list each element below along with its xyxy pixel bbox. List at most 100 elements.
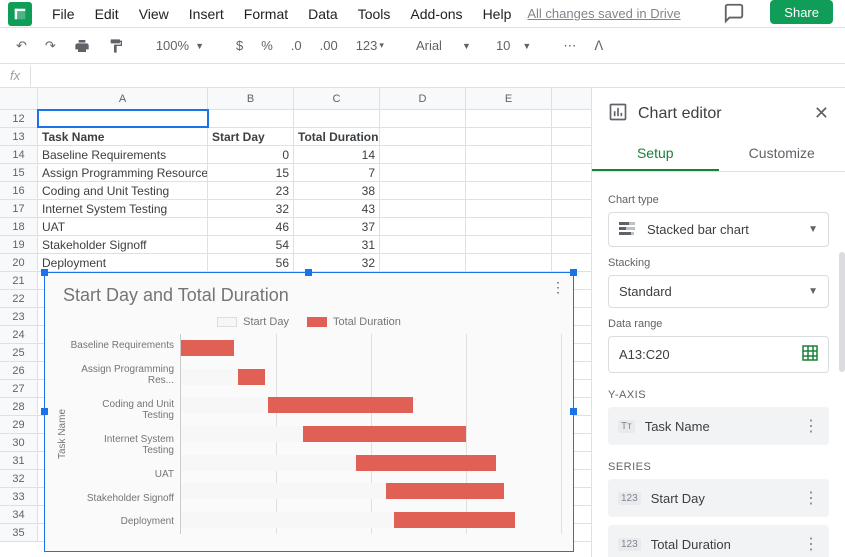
format-percent-button[interactable]: % — [255, 34, 279, 57]
cell[interactable] — [466, 218, 552, 235]
yaxis-chip[interactable]: Tт Task Name ⋮ — [608, 407, 829, 445]
cell[interactable] — [466, 110, 552, 127]
save-status[interactable]: All changes saved in Drive — [527, 6, 680, 21]
tab-customize[interactable]: Customize — [719, 135, 845, 171]
row-header[interactable]: 32 — [0, 470, 38, 487]
cell[interactable]: Total Duration — [294, 128, 380, 145]
select-all-corner[interactable] — [0, 88, 38, 109]
stacking-select[interactable]: Standard ▼ — [608, 275, 829, 308]
row-header[interactable]: 29 — [0, 416, 38, 433]
format-currency-button[interactable]: $ — [230, 34, 249, 57]
column-header-C[interactable]: C — [294, 88, 380, 109]
row-header[interactable]: 16 — [0, 182, 38, 199]
menu-help[interactable]: Help — [475, 2, 520, 26]
close-icon[interactable]: ✕ — [814, 103, 829, 124]
tab-setup[interactable]: Setup — [592, 135, 719, 171]
collapse-toolbar-button[interactable]: ᐱ — [588, 34, 609, 58]
row-header[interactable]: 30 — [0, 434, 38, 451]
series-chip[interactable]: 123 Start Day ⋮ — [608, 479, 829, 517]
font-select[interactable]: Arial▼ — [410, 34, 470, 57]
cell[interactable] — [380, 218, 466, 235]
resize-handle[interactable] — [41, 269, 48, 276]
cell[interactable] — [380, 200, 466, 217]
row-header[interactable]: 15 — [0, 164, 38, 181]
spreadsheet-grid[interactable]: ABCDE 1213Task NameStart DayTotal Durati… — [0, 88, 591, 557]
cell[interactable] — [380, 128, 466, 145]
cell[interactable]: 15 — [208, 164, 294, 181]
cell[interactable] — [380, 146, 466, 163]
row-header[interactable]: 12 — [0, 110, 38, 127]
cell[interactable]: Baseline Requirements — [38, 146, 208, 163]
cell[interactable]: 43 — [294, 200, 380, 217]
cell[interactable] — [380, 182, 466, 199]
select-range-icon[interactable] — [802, 345, 818, 364]
embedded-chart[interactable]: ⋮ Start Day and Total Duration Start Day… — [44, 272, 574, 552]
resize-handle[interactable] — [41, 408, 48, 415]
redo-button[interactable]: ↷ — [39, 34, 62, 58]
cell[interactable]: Assign Programming Resources — [38, 164, 208, 181]
row-header[interactable]: 18 — [0, 218, 38, 235]
menu-add-ons[interactable]: Add-ons — [402, 2, 470, 26]
cell[interactable]: Stakeholder Signoff — [38, 236, 208, 253]
cell[interactable]: 31 — [294, 236, 380, 253]
column-header-E[interactable]: E — [466, 88, 552, 109]
row-header[interactable]: 17 — [0, 200, 38, 217]
cell[interactable] — [466, 146, 552, 163]
cell[interactable] — [380, 110, 466, 127]
cell[interactable]: Deployment — [38, 254, 208, 271]
cell[interactable]: 7 — [294, 164, 380, 181]
cell[interactable]: 23 — [208, 182, 294, 199]
cell[interactable]: Coding and Unit Testing — [38, 182, 208, 199]
paint-format-button[interactable] — [102, 34, 130, 58]
row-header[interactable]: 25 — [0, 344, 38, 361]
menu-edit[interactable]: Edit — [87, 2, 127, 26]
cell[interactable] — [466, 200, 552, 217]
row-header[interactable]: 33 — [0, 488, 38, 505]
chart-type-select[interactable]: Stacked bar chart ▼ — [608, 212, 829, 247]
cell[interactable]: Internet System Testing — [38, 200, 208, 217]
data-range-input[interactable]: A13:C20 — [608, 336, 829, 373]
cell[interactable] — [380, 254, 466, 271]
cell[interactable] — [466, 254, 552, 271]
cell[interactable]: 14 — [294, 146, 380, 163]
column-header-A[interactable]: A — [38, 88, 208, 109]
cell[interactable]: 0 — [208, 146, 294, 163]
cell[interactable] — [380, 236, 466, 253]
row-header[interactable]: 26 — [0, 362, 38, 379]
menu-data[interactable]: Data — [300, 2, 346, 26]
menu-insert[interactable]: Insert — [181, 2, 232, 26]
scrollbar[interactable] — [839, 252, 845, 372]
cell[interactable]: Task Name — [38, 128, 208, 145]
row-header[interactable]: 13 — [0, 128, 38, 145]
cell[interactable]: 54 — [208, 236, 294, 253]
row-header[interactable]: 19 — [0, 236, 38, 253]
more-icon[interactable]: ⋮ — [803, 488, 819, 508]
cell[interactable]: 38 — [294, 182, 380, 199]
font-size-select[interactable]: 10▼ — [490, 34, 537, 57]
cell[interactable] — [294, 110, 380, 127]
comment-icon[interactable] — [723, 2, 745, 27]
column-header-B[interactable]: B — [208, 88, 294, 109]
menu-tools[interactable]: Tools — [350, 2, 399, 26]
row-header[interactable]: 21 — [0, 272, 38, 289]
cell[interactable]: 56 — [208, 254, 294, 271]
cell[interactable] — [466, 236, 552, 253]
menu-view[interactable]: View — [131, 2, 177, 26]
decrease-decimal-button[interactable]: .0 — [285, 34, 308, 57]
row-header[interactable]: 23 — [0, 308, 38, 325]
resize-handle[interactable] — [305, 269, 312, 276]
more-tools-button[interactable]: ⋯ — [557, 34, 582, 58]
row-header[interactable]: 14 — [0, 146, 38, 163]
column-header-D[interactable]: D — [380, 88, 466, 109]
cell[interactable] — [380, 164, 466, 181]
more-icon[interactable]: ⋮ — [803, 416, 819, 436]
formula-input[interactable] — [31, 64, 845, 87]
undo-button[interactable]: ↶ — [10, 34, 33, 58]
row-header[interactable]: 20 — [0, 254, 38, 271]
cell[interactable]: UAT — [38, 218, 208, 235]
cell[interactable] — [38, 110, 208, 127]
resize-handle[interactable] — [570, 269, 577, 276]
increase-decimal-button[interactable]: .00 — [314, 34, 344, 57]
share-button[interactable]: Share — [770, 0, 833, 24]
row-header[interactable]: 22 — [0, 290, 38, 307]
